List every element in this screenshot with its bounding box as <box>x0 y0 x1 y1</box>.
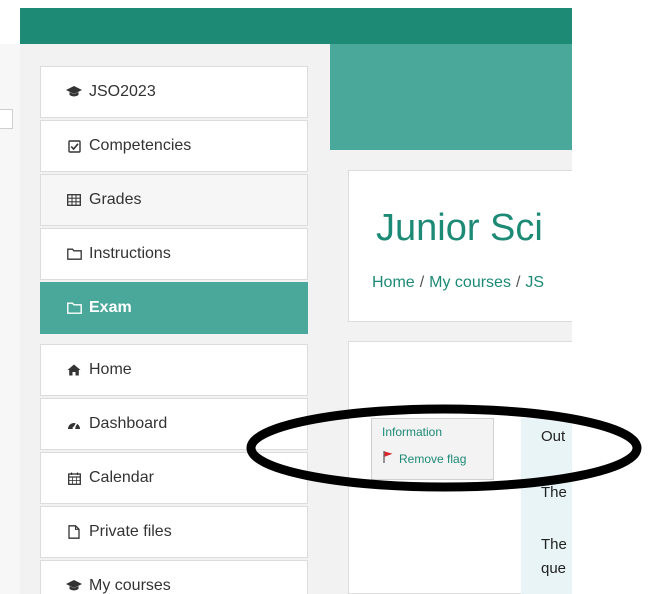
remove-flag-link[interactable]: Remove flag <box>382 450 466 467</box>
sidebar-item-jso2023[interactable]: JSO2023 <box>40 66 308 118</box>
table-icon <box>65 194 83 206</box>
breadcrumb-separator: / <box>419 274 425 291</box>
sidebar-item-label: Dashboard <box>89 415 168 432</box>
question-info-label: Information <box>382 425 443 439</box>
question-text-line: Out <box>541 428 566 445</box>
breadcrumb-my-courses[interactable]: My courses <box>429 274 511 291</box>
flag-icon <box>382 450 399 467</box>
moodle-quiz-screen: JSO2023 Competencies Grades Instructions… <box>0 0 651 594</box>
sidebar-item-dashboard[interactable]: Dashboard <box>40 398 308 450</box>
file-icon <box>65 525 83 539</box>
breadcrumb: Home / My courses / JS <box>372 274 544 292</box>
sidebar-item-label: Exam <box>89 299 132 316</box>
question-text-line: The <box>541 484 567 501</box>
checkbox-icon <box>65 139 83 153</box>
sidebar-item-label: Private files <box>89 523 172 540</box>
breadcrumb-course[interactable]: JS <box>525 274 544 291</box>
question-info-box: Information Remove flag <box>371 418 494 480</box>
home-icon <box>65 364 83 376</box>
folder-icon <box>65 302 83 314</box>
page-header-card: Junior Sci Home / My courses / JS <box>348 170 572 322</box>
question-text-line: que <box>541 560 567 577</box>
question-text-panel: Out The The que <box>521 418 572 594</box>
left-window-edge <box>0 109 13 129</box>
sidebar-item-private-files[interactable]: Private files <box>40 506 308 558</box>
sidebar-item-grades[interactable]: Grades <box>40 174 308 226</box>
sidebar-item-my-courses[interactable]: My courses <box>40 560 308 594</box>
header-band <box>330 44 572 150</box>
sidebar-item-label: Grades <box>89 191 142 208</box>
sidebar-item-label: Competencies <box>89 137 192 154</box>
sidebar-item-competencies[interactable]: Competencies <box>40 120 308 172</box>
calendar-icon <box>65 472 83 485</box>
folder-icon <box>65 248 83 260</box>
sidebar-item-label: Instructions <box>89 245 171 262</box>
sidebar-item-label: Home <box>89 361 132 378</box>
breadcrumb-separator: / <box>515 274 521 291</box>
dashboard-icon <box>65 418 83 430</box>
remove-flag-label: Remove flag <box>399 451 467 466</box>
sidebar-item-label: Calendar <box>89 469 154 486</box>
breadcrumb-home[interactable]: Home <box>372 274 415 291</box>
graduation-cap-icon <box>65 580 83 592</box>
sidebar-item-exam[interactable]: Exam <box>40 282 308 334</box>
sidebar-item-instructions[interactable]: Instructions <box>40 228 308 280</box>
graduation-cap-icon <box>65 86 83 98</box>
page-title: Junior Sci <box>376 207 543 249</box>
sidebar-item-calendar[interactable]: Calendar <box>40 452 308 504</box>
sidebar-item-label: My courses <box>89 577 171 594</box>
sidebar-item-label: JSO2023 <box>89 83 156 100</box>
top-navbar <box>20 8 572 44</box>
question-text-line: The <box>541 536 567 553</box>
sidebar-item-home[interactable]: Home <box>40 344 308 396</box>
left-window-strip <box>0 44 20 594</box>
